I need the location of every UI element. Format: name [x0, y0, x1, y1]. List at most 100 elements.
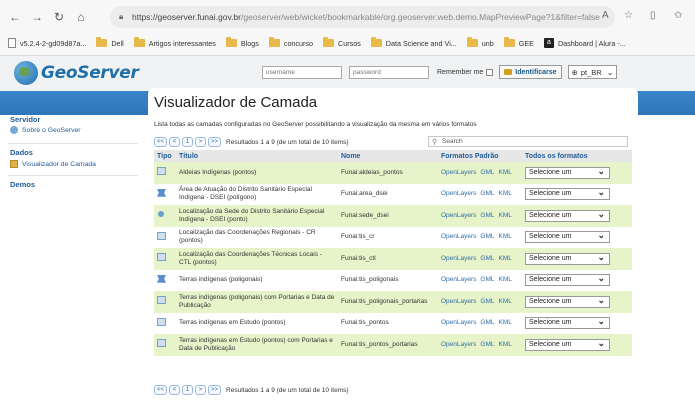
kml-link[interactable]: KML [499, 212, 512, 219]
password-input[interactable] [349, 65, 429, 79]
sidebar-item-label: Sobre o GeoServer [22, 126, 81, 134]
format-select[interactable]: Selecione um [525, 166, 610, 179]
pager-page-1[interactable]: 1 [182, 137, 194, 147]
type-cell [154, 270, 176, 292]
username-input[interactable] [262, 65, 342, 79]
column-header-title[interactable]: Título [176, 150, 338, 162]
gml-link[interactable]: GML [480, 276, 494, 283]
pager-last-button[interactable]: >> [208, 137, 222, 147]
split-screen-icon[interactable]: ▯ [650, 10, 656, 21]
formats-cell: OpenLayers GML KML [438, 248, 522, 270]
bookmark-item[interactable]: v5.2.4-2-gd09d87a... [8, 38, 86, 48]
kml-link[interactable]: KML [499, 169, 512, 176]
favorite-star-icon[interactable]: ☆ [624, 10, 633, 21]
kml-link[interactable]: KML [499, 319, 512, 326]
bookmark-item[interactable]: concurso [268, 37, 313, 48]
pager-page-1[interactable]: 1 [182, 385, 194, 395]
sidebar-heading-data: Dados [10, 148, 33, 157]
login-button[interactable]: Identificarse [499, 65, 562, 79]
title-cell: Terras indígenas em Estudo (pontos) [179, 319, 286, 327]
table-row: Terras indígenas em Estudo (pontos) com … [154, 334, 632, 356]
home-icon[interactable]: ⌂ [74, 10, 88, 24]
bookmark-item[interactable]: a Dashboard | Alura -... [543, 38, 626, 48]
openlayers-link[interactable]: OpenLayers [441, 169, 476, 176]
format-select[interactable]: Selecione um [525, 252, 610, 265]
pager-first-button[interactable]: << [154, 137, 168, 147]
kml-link[interactable]: KML [499, 233, 512, 240]
pager-prev-button[interactable]: < [169, 385, 181, 395]
format-select[interactable]: Selecione um [525, 273, 610, 287]
bookmark-item[interactable]: Data Science and Vi... [370, 37, 457, 48]
reload-icon[interactable]: ↻ [52, 10, 66, 24]
table-row: Aldeias Indígenas (pontos) Funai:aldeias_… [154, 162, 632, 184]
favorites-icon[interactable]: ✩ [674, 10, 682, 21]
format-select[interactable]: Selecione um [525, 209, 610, 222]
bookmark-item[interactable]: Dell [96, 37, 124, 48]
pager-prev-button[interactable]: < [169, 137, 181, 147]
format-select[interactable]: Selecione um [525, 338, 610, 351]
pager-results: Resultados 1 a 9 (de um total de 10 item… [226, 138, 349, 146]
openlayers-link[interactable]: OpenLayers [441, 190, 476, 197]
sidebar-item-about[interactable]: Sobre o GeoServer [10, 126, 81, 134]
format-select-value: Selecione um [529, 340, 572, 348]
gml-link[interactable]: GML [480, 169, 494, 176]
bookmark-item[interactable]: unb [466, 37, 494, 48]
bookmark-label: Blogs [240, 38, 259, 48]
kml-link[interactable]: KML [499, 298, 512, 305]
gml-link[interactable]: GML [480, 255, 494, 262]
openlayers-link[interactable]: OpenLayers [441, 255, 476, 262]
gml-link[interactable]: GML [480, 298, 494, 305]
openlayers-link[interactable]: OpenLayers [441, 276, 476, 283]
title-cell: Localização das Coordenações Regionais -… [179, 229, 316, 245]
format-select[interactable]: Selecione um [525, 295, 610, 308]
kml-link[interactable]: KML [499, 341, 512, 348]
openlayers-link[interactable]: OpenLayers [441, 319, 476, 326]
kml-link[interactable]: KML [499, 255, 512, 262]
reader-icon[interactable]: A [602, 10, 609, 21]
formats-cell: OpenLayers GML KML [438, 162, 522, 184]
formats-cell: OpenLayers GML KML [438, 313, 522, 335]
search-input[interactable]: ⚲ Search [428, 136, 628, 147]
format-select[interactable]: Selecione um [525, 316, 610, 330]
page-icon [8, 38, 16, 48]
gml-link[interactable]: GML [480, 341, 494, 348]
format-select[interactable]: Selecione um [525, 187, 610, 201]
sidebar-item-layer-preview[interactable]: Visualizador de Camada [10, 160, 96, 168]
gml-link[interactable]: GML [480, 212, 494, 219]
kml-link[interactable]: KML [499, 276, 512, 283]
remember-checkbox[interactable] [486, 68, 494, 76]
column-header-name[interactable]: Nome [338, 150, 438, 162]
gml-link[interactable]: GML [480, 319, 494, 326]
forward-icon[interactable]: → [30, 10, 44, 24]
title-cell: Terras indígenas (poligonais) [179, 276, 263, 284]
bookmark-item[interactable]: Blogs [225, 37, 259, 48]
bookmark-item[interactable]: Cursos [323, 37, 361, 48]
globe-small-icon: ⊕ [571, 67, 578, 77]
type-cell [154, 313, 176, 335]
sidebar-heading-demos[interactable]: Demos [10, 180, 35, 189]
format-select-value: Selecione um [529, 319, 572, 327]
table-row: Área de Atuação do Distrito Sanitário Es… [154, 184, 632, 206]
lock-icon[interactable]: 🔒︎ [119, 12, 129, 22]
openlayers-link[interactable]: OpenLayers [441, 212, 476, 219]
gml-link[interactable]: GML [480, 190, 494, 197]
openlayers-link[interactable]: OpenLayers [441, 233, 476, 240]
gml-link[interactable]: GML [480, 233, 494, 240]
formats-cell: OpenLayers GML KML [438, 334, 522, 356]
bookmark-item[interactable]: GEE [503, 37, 534, 48]
bookmark-item[interactable]: Artigos interessantes [133, 37, 216, 48]
column-header-type[interactable]: Tipo [154, 150, 176, 162]
pager-last-button[interactable]: >> [208, 385, 222, 395]
format-select[interactable]: Selecione um [525, 230, 610, 244]
pager-next-button[interactable]: > [195, 385, 207, 395]
back-icon[interactable]: ← [8, 10, 22, 24]
address-bar[interactable]: https://geoserver.funai.gov.br/geoserver… [110, 6, 615, 28]
geoserver-logo[interactable]: GeoServer [14, 61, 139, 85]
openlayers-link[interactable]: OpenLayers [441, 298, 476, 305]
pager-first-button[interactable]: << [154, 385, 168, 395]
language-select[interactable]: ⊕ pt_BR ⌄ [567, 65, 618, 79]
pager-next-button[interactable]: > [195, 137, 207, 147]
kml-link[interactable]: KML [499, 190, 512, 197]
format-select-value: Selecione um [529, 233, 572, 241]
openlayers-link[interactable]: OpenLayers [441, 341, 476, 348]
